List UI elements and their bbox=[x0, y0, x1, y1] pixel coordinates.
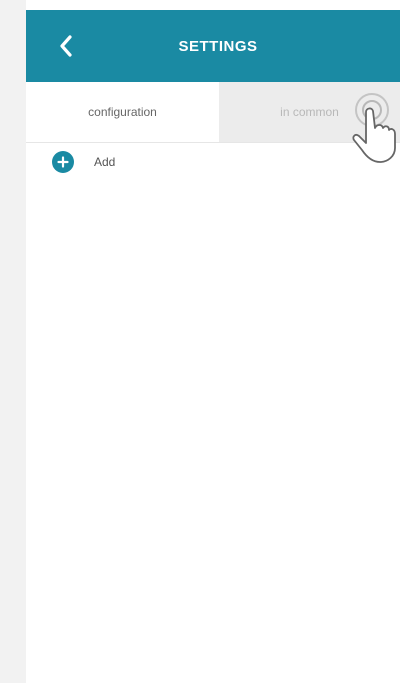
tab-configuration-label: configuration bbox=[88, 105, 157, 119]
tab-bar: configuration in common bbox=[26, 82, 400, 163]
back-button[interactable] bbox=[52, 32, 80, 60]
tab-in-common[interactable]: in common bbox=[219, 82, 400, 163]
chevron-left-icon bbox=[60, 35, 72, 57]
status-strip bbox=[26, 0, 400, 10]
tab-in-common-label: in common bbox=[280, 105, 339, 119]
plus-circle-icon bbox=[52, 151, 74, 173]
add-label: Add bbox=[94, 155, 116, 169]
add-button[interactable]: Add bbox=[26, 143, 400, 181]
app-header: SETTINGS bbox=[26, 10, 400, 82]
settings-screen: SETTINGS configuration in common Add bbox=[26, 0, 400, 683]
page-title: SETTINGS bbox=[178, 37, 258, 55]
tab-configuration[interactable]: configuration bbox=[26, 82, 219, 142]
